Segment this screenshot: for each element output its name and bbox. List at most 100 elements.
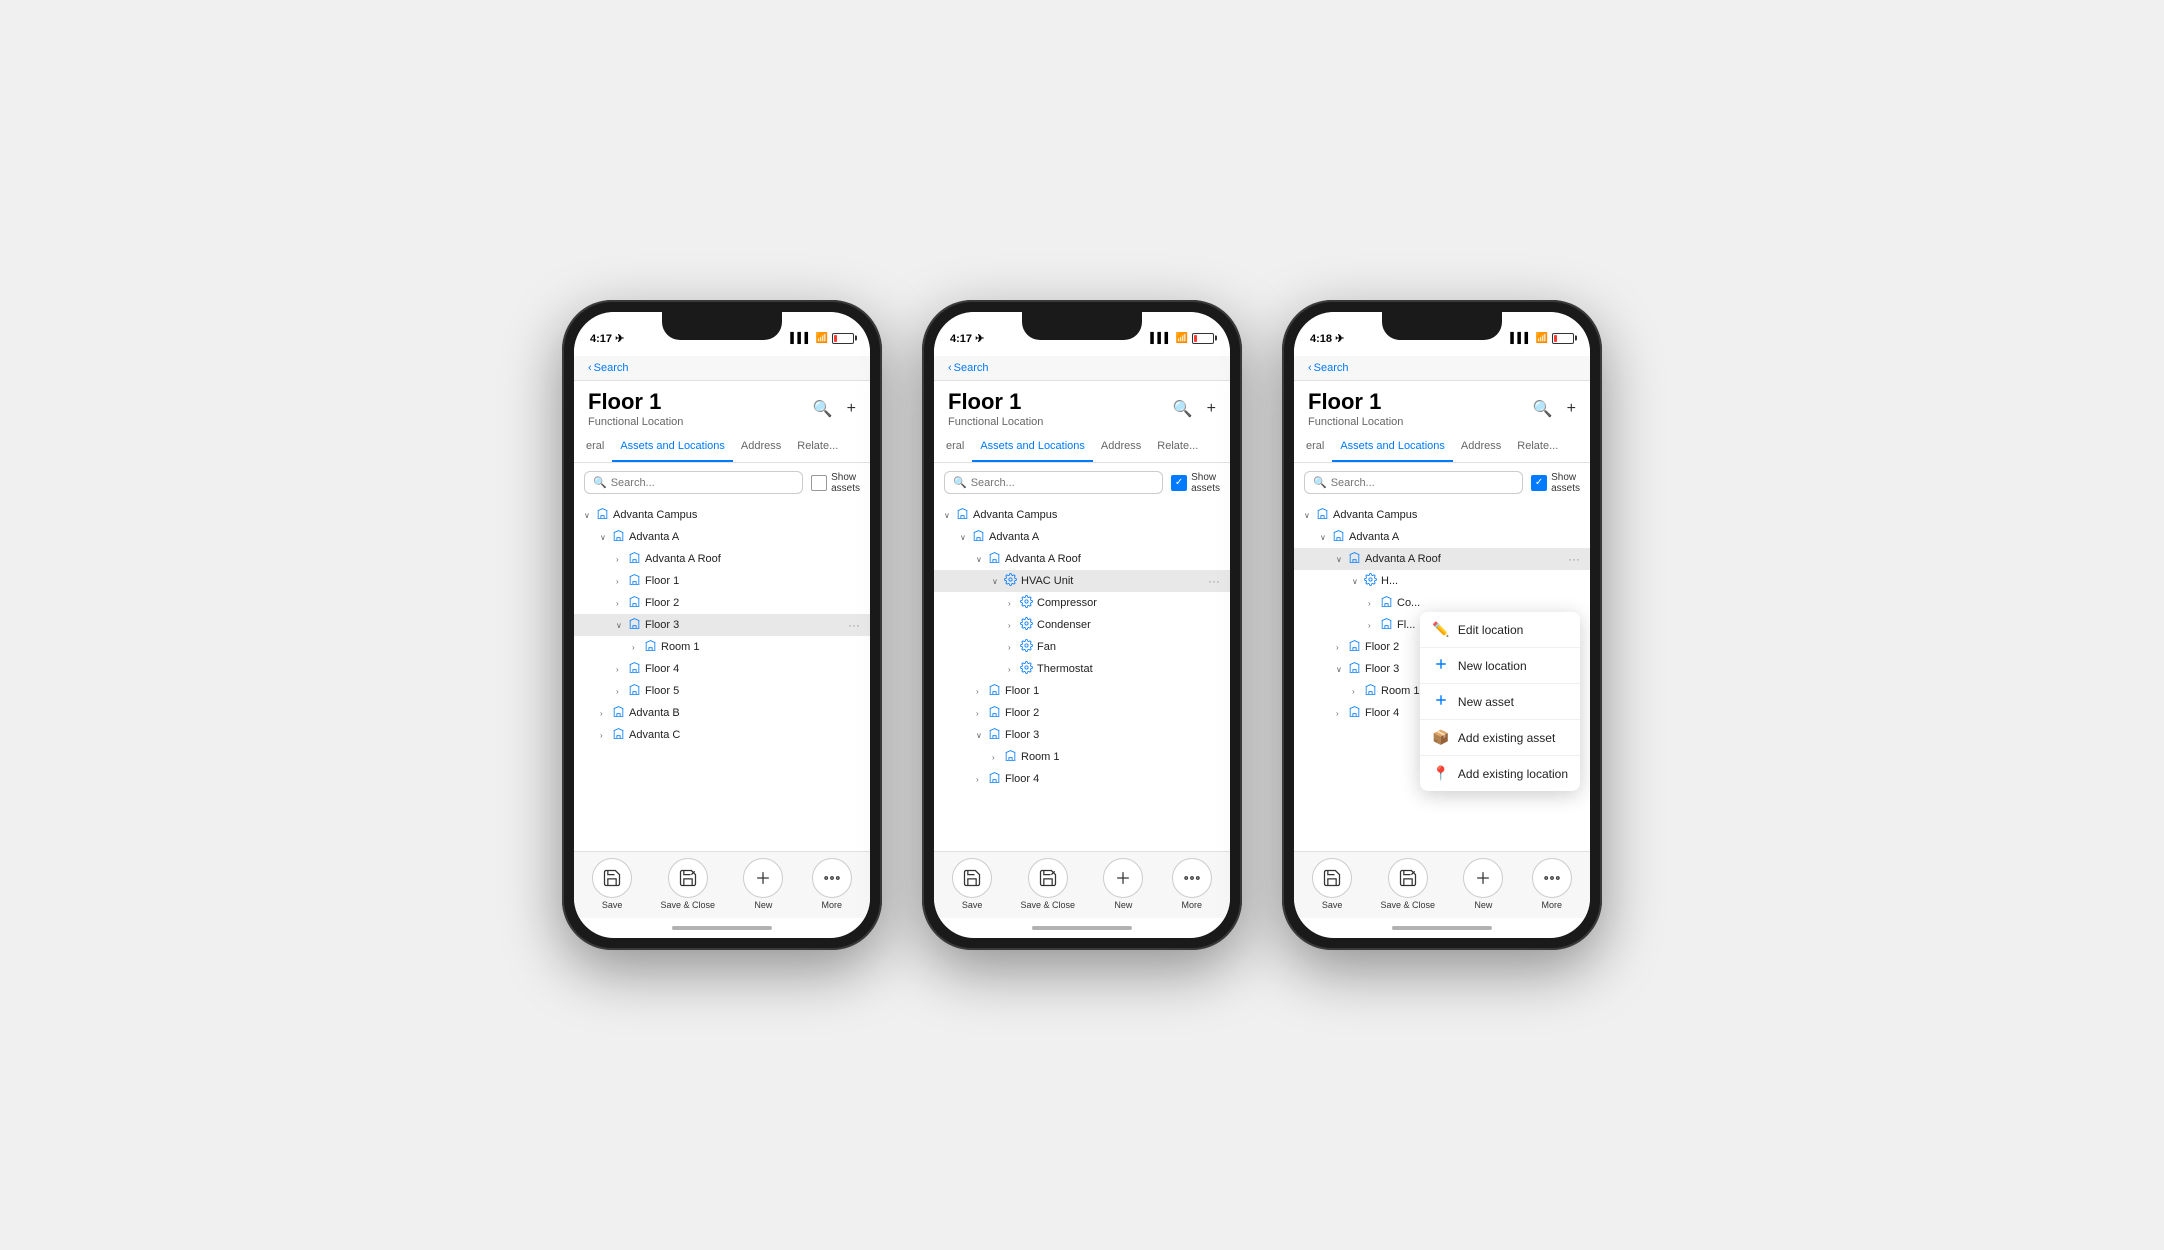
search-box[interactable]: 🔍 <box>584 471 803 494</box>
tree-item-4[interactable]: › Floor 2 <box>574 592 870 614</box>
tree-item-0[interactable]: ∨ Advanta Campus <box>1294 504 1590 526</box>
more-action[interactable]: More <box>812 858 852 910</box>
back-button[interactable]: ‹ Search <box>588 362 629 374</box>
tree-item-0[interactable]: ∨ Advanta Campus <box>574 504 870 526</box>
tab-3[interactable]: Relate... <box>789 432 846 462</box>
save-close-icon[interactable] <box>1028 858 1068 898</box>
save-close-action[interactable]: Save & Close <box>1381 858 1436 910</box>
tree-item-5[interactable]: › Condenser <box>934 614 1230 636</box>
tree-item-4[interactable]: › Compressor <box>934 592 1230 614</box>
save-label: Save <box>962 900 983 910</box>
search-box[interactable]: 🔍 <box>944 471 1163 494</box>
more-button[interactable]: ··· <box>1208 574 1220 588</box>
tab-0[interactable]: eral <box>1298 432 1332 462</box>
back-button[interactable]: ‹ Search <box>948 362 989 374</box>
tree-item-11[interactable]: › Room 1 <box>934 746 1230 768</box>
more-button[interactable]: ··· <box>848 618 860 632</box>
chevron-icon: ∨ <box>976 731 986 740</box>
save-icon[interactable] <box>952 858 992 898</box>
location-tree: ∨ Advanta Campus ∨ Advanta A ∨ <box>934 502 1230 851</box>
save-icon[interactable] <box>1312 858 1352 898</box>
tree-item-3[interactable]: ∨ HVAC Unit ··· <box>934 570 1230 592</box>
new-icon[interactable] <box>1463 858 1503 898</box>
search-box[interactable]: 🔍 <box>1304 471 1523 494</box>
dropdown-item-2[interactable]: New asset <box>1420 684 1580 720</box>
tree-item-7[interactable]: › Thermostat <box>934 658 1230 680</box>
tree-item-8[interactable]: › Floor 5 <box>574 680 870 702</box>
more-icon[interactable] <box>812 858 852 898</box>
dropdown-item-icon <box>1432 693 1450 710</box>
tab-1[interactable]: Assets and Locations <box>612 432 733 462</box>
dropdown-item-label: New asset <box>1458 695 1514 709</box>
dropdown-item-0[interactable]: ✏️ Edit location <box>1420 612 1580 648</box>
item-icon <box>1316 507 1329 523</box>
tab-3[interactable]: Relate... <box>1149 432 1206 462</box>
more-icon[interactable] <box>1532 858 1572 898</box>
show-assets-toggle[interactable]: Showassets <box>1531 472 1580 494</box>
search-input[interactable] <box>971 477 1154 489</box>
dropdown-item-1[interactable]: New location <box>1420 648 1580 684</box>
save-action[interactable]: Save <box>592 858 632 910</box>
tree-item-2[interactable]: › Advanta A Roof <box>574 548 870 570</box>
save-close-action[interactable]: Save & Close <box>661 858 716 910</box>
more-action[interactable]: More <box>1172 858 1212 910</box>
dropdown-item-4[interactable]: 📍 Add existing location <box>1420 756 1580 791</box>
tree-item-1[interactable]: ∨ Advanta A <box>934 526 1230 548</box>
search-icon[interactable]: 🔍 <box>1533 399 1553 419</box>
search-input[interactable] <box>611 477 794 489</box>
save-action[interactable]: Save <box>952 858 992 910</box>
tree-item-5[interactable]: ∨ Floor 3 ··· <box>574 614 870 636</box>
save-action[interactable]: Save <box>1312 858 1352 910</box>
tree-item-1[interactable]: ∨ Advanta A <box>574 526 870 548</box>
tree-item-0[interactable]: ∨ Advanta Campus <box>934 504 1230 526</box>
add-icon[interactable]: + <box>847 400 856 418</box>
save-close-icon[interactable] <box>1388 858 1428 898</box>
tab-2[interactable]: Address <box>733 432 789 462</box>
show-assets-toggle[interactable]: Showassets <box>811 472 860 494</box>
new-action[interactable]: New <box>1463 858 1503 910</box>
tab-2[interactable]: Address <box>1453 432 1509 462</box>
search-icon[interactable]: 🔍 <box>1173 399 1193 419</box>
new-icon[interactable] <box>743 858 783 898</box>
tree-item-6[interactable]: › Fan <box>934 636 1230 658</box>
more-button[interactable]: ··· <box>1568 552 1580 566</box>
save-icon[interactable] <box>592 858 632 898</box>
back-button[interactable]: ‹ Search <box>1308 362 1349 374</box>
show-assets-checkbox[interactable] <box>1171 475 1187 491</box>
add-icon[interactable]: + <box>1207 400 1216 418</box>
tab-0[interactable]: eral <box>938 432 972 462</box>
search-icon[interactable]: 🔍 <box>813 399 833 419</box>
tab-1[interactable]: Assets and Locations <box>972 432 1093 462</box>
add-icon[interactable]: + <box>1567 400 1576 418</box>
tree-item-3[interactable]: › Floor 1 <box>574 570 870 592</box>
tree-item-10[interactable]: › Advanta C <box>574 724 870 746</box>
tree-item-1[interactable]: ∨ Advanta A <box>1294 526 1590 548</box>
tab-0[interactable]: eral <box>578 432 612 462</box>
tree-item-9[interactable]: › Floor 2 <box>934 702 1230 724</box>
tree-item-7[interactable]: › Floor 4 <box>574 658 870 680</box>
show-assets-checkbox[interactable] <box>1531 475 1547 491</box>
tree-item-3[interactable]: ∨ H... <box>1294 570 1590 592</box>
show-assets-toggle[interactable]: Showassets <box>1171 472 1220 494</box>
tab-1[interactable]: Assets and Locations <box>1332 432 1453 462</box>
more-icon[interactable] <box>1172 858 1212 898</box>
save-close-action[interactable]: Save & Close <box>1021 858 1076 910</box>
tree-item-2[interactable]: ∨ Advanta A Roof <box>934 548 1230 570</box>
new-action[interactable]: New <box>1103 858 1143 910</box>
show-assets-checkbox[interactable] <box>811 475 827 491</box>
tab-3[interactable]: Relate... <box>1509 432 1566 462</box>
tab-2[interactable]: Address <box>1093 432 1149 462</box>
tree-item-9[interactable]: › Advanta B <box>574 702 870 724</box>
tree-item-8[interactable]: › Floor 1 <box>934 680 1230 702</box>
dropdown-item-3[interactable]: 📦 Add existing asset <box>1420 720 1580 756</box>
new-action[interactable]: New <box>743 858 783 910</box>
tree-item-2[interactable]: ∨ Advanta A Roof ··· <box>1294 548 1590 570</box>
search-input[interactable] <box>1331 477 1514 489</box>
save-close-icon[interactable] <box>668 858 708 898</box>
tree-item-6[interactable]: › Room 1 <box>574 636 870 658</box>
more-action[interactable]: More <box>1532 858 1572 910</box>
tree-item-4[interactable]: › Co... <box>1294 592 1590 614</box>
tree-item-10[interactable]: ∨ Floor 3 <box>934 724 1230 746</box>
new-icon[interactable] <box>1103 858 1143 898</box>
tree-item-12[interactable]: › Floor 4 <box>934 768 1230 790</box>
